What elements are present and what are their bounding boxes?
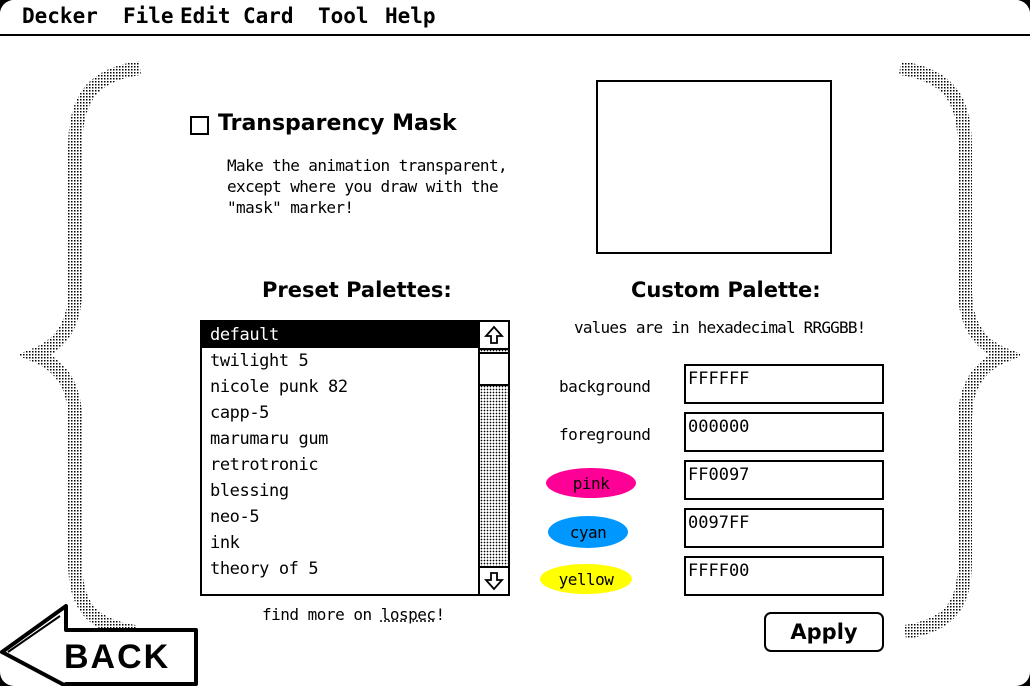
preset-palettes-title: Preset Palettes: [262,278,452,302]
background-color-label: background [559,377,651,396]
palette-item-nicole-punk-82[interactable]: nicole punk 82 [202,374,478,400]
transparency-mask-checkbox[interactable] [190,116,209,135]
lospec-link[interactable]: lospec [381,605,436,624]
palette-item-marumaru-gum[interactable]: marumaru gum [202,426,478,452]
cyan-hex-field[interactable]: 0097FF [684,508,884,548]
custom-palette-title: Custom Palette: [631,278,821,302]
back-label: BACK [64,638,170,676]
palette-item-ink[interactable]: ink [202,530,478,556]
transparency-mask-label: Transparency Mask [218,111,457,136]
palette-item-default[interactable]: default [202,322,478,348]
foreground-hex-field[interactable]: 000000 [684,412,884,452]
apply-button[interactable]: Apply [764,612,884,652]
menu-card[interactable]: Card [243,4,294,28]
scroll-thumb[interactable] [480,352,508,386]
palette-list-scrollbar[interactable] [478,322,508,594]
yellow-swatch-label: yellow [540,564,632,594]
menu-edit[interactable]: Edit [180,4,231,28]
palette-item-capp-5[interactable]: capp-5 [202,400,478,426]
find-more-suffix: ! [435,605,446,624]
background-hex-field[interactable]: FFFFFF [684,364,884,404]
menu-tool[interactable]: Tool [318,4,369,28]
menu-bar: Decker File Edit Card Tool Help [0,0,1030,36]
right-brace-decoration [898,61,1020,639]
menu-decker[interactable]: Decker [22,4,98,28]
preset-palette-list[interactable]: default twilight 5 nicole punk 82 capp-5… [200,320,510,596]
menu-help[interactable]: Help [385,4,436,28]
transparency-mask-description: Make the animation transparent, except w… [227,156,508,217]
palette-item-neo-5[interactable]: neo-5 [202,504,478,530]
foreground-color-label: foreground [559,425,651,444]
left-brace-decoration [20,61,142,639]
palette-preview-canvas [596,80,832,254]
palette-item-blessing[interactable]: blessing [202,478,478,504]
palette-item-theory-of-5[interactable]: theory of 5 [202,556,478,582]
hex-format-note: values are in hexadecimal RRGGBB! [574,318,866,337]
scroll-up-arrow-icon[interactable] [480,322,508,350]
find-more-text: find more on lospec! [262,605,445,624]
palette-item-twilight-5[interactable]: twilight 5 [202,348,478,374]
cyan-swatch-label: cyan [548,516,628,548]
decker-screen: Decker File Edit Card Tool Help Transpar… [0,0,1030,686]
menu-file[interactable]: File [123,4,174,28]
yellow-hex-field[interactable]: FFFF00 [684,556,884,596]
palette-item-retrotronic[interactable]: retrotronic [202,452,478,478]
back-button[interactable]: BACK [0,600,204,686]
scroll-down-arrow-icon[interactable] [480,566,508,594]
pink-hex-field[interactable]: FF0097 [684,460,884,500]
pink-swatch-label: pink [546,468,636,498]
find-more-prefix: find more on [262,605,381,624]
